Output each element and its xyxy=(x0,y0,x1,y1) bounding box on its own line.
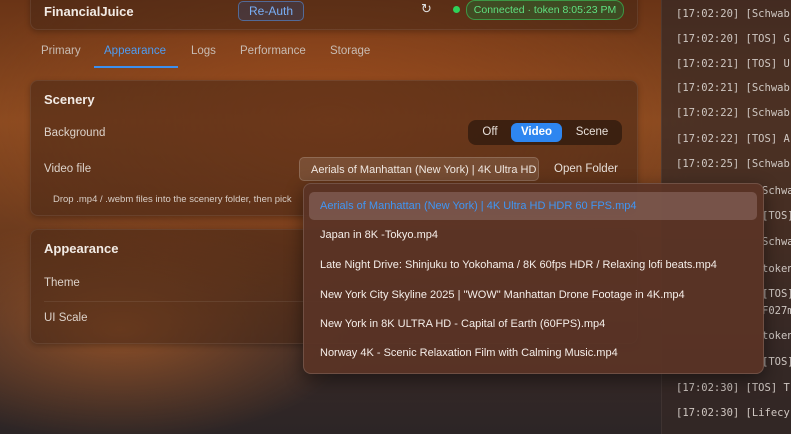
log-line: [17:02:21] [TOS] U xyxy=(676,58,790,70)
open-folder-button[interactable]: Open Folder xyxy=(554,163,618,175)
log-line: Schwab xyxy=(762,236,791,248)
dropdown-option[interactable]: New York in 8K ULTRA HD - Capital of Ear… xyxy=(309,310,757,338)
active-tab-indicator xyxy=(94,66,178,68)
tab-appearance[interactable]: Appearance xyxy=(104,45,166,57)
drop-hint-text: Drop .mp4 / .webm files into the scenery… xyxy=(53,194,292,205)
dropdown-option[interactable]: New York City Skyline 2025 | "WOW" Manha… xyxy=(309,281,757,309)
background-option-off[interactable]: Off xyxy=(472,123,508,142)
video-file-label: Video file xyxy=(44,163,92,175)
log-line: [17:02:25] [Schwab xyxy=(676,158,790,170)
dropdown-option[interactable]: Late Night Drive: Shinjuku to Yokohama /… xyxy=(309,251,757,279)
log-line: token xyxy=(762,263,791,275)
scenery-title: Scenery xyxy=(44,92,95,107)
connection-name: FinancialJuice xyxy=(44,4,134,19)
video-file-select[interactable]: Aerials of Manhattan (New York) | 4K Ult… xyxy=(299,157,539,181)
tab-primary[interactable]: Primary xyxy=(41,45,81,57)
background-segmented-control: Off Video Scene xyxy=(468,120,622,145)
log-line: [17:02:22] [TOS] A xyxy=(676,133,790,145)
log-line: [17:02:20] [TOS] G xyxy=(676,33,790,45)
background-label: Background xyxy=(44,127,106,139)
log-line: [17:02:22] [Schwab xyxy=(676,107,790,119)
connection-card: FinancialJuice Re-Auth ↻ Connected · tok… xyxy=(30,0,638,30)
log-line: [TOS] U xyxy=(762,210,791,222)
log-line: [TOS] U xyxy=(762,288,791,300)
background-option-video[interactable]: Video xyxy=(511,123,562,142)
log-line: [17:02:20] [Schwab xyxy=(676,8,790,20)
status-dot-icon xyxy=(453,6,460,13)
tab-storage[interactable]: Storage xyxy=(330,45,370,57)
tab-performance[interactable]: Performance xyxy=(240,45,306,57)
dropdown-option-selected[interactable]: Aerials of Manhattan (New York) | 4K Ult… xyxy=(309,192,757,220)
video-file-dropdown: Aerials of Manhattan (New York) | 4K Ult… xyxy=(303,183,764,374)
dropdown-option[interactable]: Norway 4K - Scenic Relaxation Film with … xyxy=(309,339,757,367)
log-line: token xyxy=(762,330,791,342)
connection-status-badge: Connected · token 8:05:23 PM xyxy=(466,0,624,20)
refresh-icon[interactable]: ↻ xyxy=(421,1,432,17)
log-line: [17:02:30] [TOS] T xyxy=(676,382,790,394)
reauth-button[interactable]: Re-Auth xyxy=(238,1,304,21)
log-line: [17:02:21] [Schwab xyxy=(676,82,790,94)
log-line: [TOS] U xyxy=(762,356,791,368)
log-line: Schwab xyxy=(762,185,791,197)
theme-label: Theme xyxy=(44,277,80,289)
appearance-title: Appearance xyxy=(44,241,119,256)
log-line: F027m xyxy=(762,305,791,317)
log-line: [17:02:30] [Lifecy xyxy=(676,407,790,419)
tab-logs[interactable]: Logs xyxy=(191,45,216,57)
dropdown-option[interactable]: Japan in 8K -Tokyo.mp4 xyxy=(309,221,757,249)
background-option-scene[interactable]: Scene xyxy=(566,123,618,142)
ui-scale-label: UI Scale xyxy=(44,312,88,324)
